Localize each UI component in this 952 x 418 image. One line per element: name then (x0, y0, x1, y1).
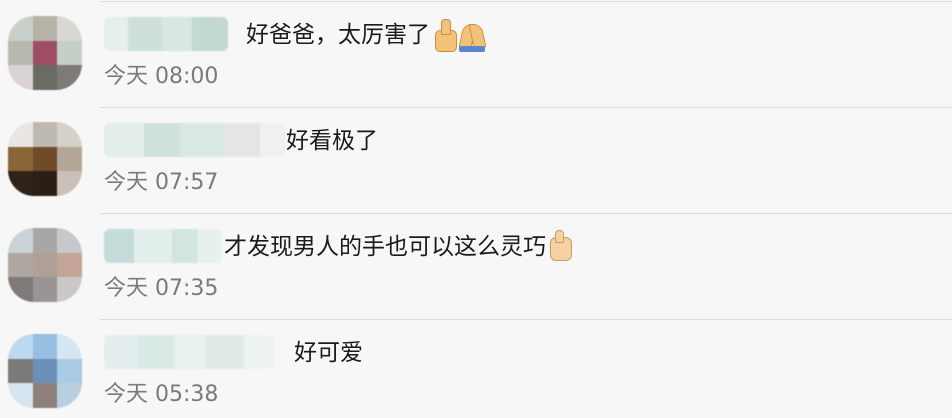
name-pixel (172, 229, 198, 263)
username-blurred[interactable] (104, 123, 286, 157)
comment-text-row: 才发现男人的手也可以这么灵巧 (224, 230, 580, 264)
avatar-pixel (57, 16, 82, 41)
name-pixel (192, 17, 228, 51)
name-pixel (198, 229, 222, 263)
avatar-pixel (8, 383, 33, 408)
comment-time: 今天 07:57 (104, 170, 219, 195)
comment-item[interactable]: 好可爱 今天 05:38 (0, 320, 952, 418)
avatar-pixel (32, 334, 58, 359)
avatar-pixel (32, 65, 58, 90)
avatar-pixel (57, 146, 82, 172)
avatar-pixel (57, 383, 82, 408)
avatar-pixel (8, 334, 33, 359)
avatar-pixel (57, 122, 82, 147)
avatar-pixel (57, 40, 82, 66)
avatar-pixel (57, 277, 82, 302)
avatar-pixel (8, 65, 33, 90)
avatar-pixel (57, 228, 82, 253)
username-blurred[interactable] (104, 229, 222, 263)
avatar-pixel (8, 228, 33, 253)
avatar-pixel (57, 171, 82, 196)
avatar[interactable] (8, 16, 82, 90)
name-pixel (128, 17, 162, 51)
comment-text-row: 好看极了 (286, 124, 378, 158)
username-blurred[interactable] (104, 335, 274, 369)
avatar-pixel (32, 383, 58, 408)
avatar-pixel (8, 277, 33, 302)
avatar-pixel (32, 228, 58, 253)
avatar-pixel (57, 252, 82, 278)
comment-text: 才发现男人的手也可以这么灵巧 (224, 234, 546, 260)
name-pixel (174, 335, 206, 369)
comment-list: 好爸爸，太厉害了 今天 08:00 好看极了 今天 07:57 才发现男人的手也… (0, 0, 952, 418)
name-pixel (104, 229, 134, 263)
comment-text-row: 好可爱 (294, 336, 363, 370)
name-pixel (138, 335, 174, 369)
avatar-pixel (8, 358, 33, 384)
comment-time: 今天 05:38 (104, 382, 219, 407)
avatar-pixel (32, 171, 58, 196)
name-pixel (134, 229, 172, 263)
avatar-pixel (8, 146, 33, 172)
comment-text: 好可爱 (294, 340, 363, 366)
name-pixel (104, 123, 144, 157)
comment-text: 好看极了 (286, 128, 378, 154)
avatar-pixel (57, 65, 82, 90)
avatar[interactable] (8, 228, 82, 302)
name-pixel (224, 123, 260, 157)
avatar[interactable] (8, 122, 82, 196)
name-pixel (104, 335, 138, 369)
avatar-pixel (32, 40, 58, 66)
avatar-pixel (32, 146, 58, 172)
comment-time: 今天 07:35 (104, 276, 219, 301)
comment-time: 今天 08:00 (104, 64, 219, 89)
avatar-pixel (8, 122, 33, 147)
comment-item[interactable]: 好爸爸，太厉害了 今天 08:00 (0, 2, 952, 108)
name-pixel (104, 17, 128, 51)
avatar-pixel (57, 334, 82, 359)
avatar-pixel (32, 16, 58, 41)
folded-hands-icon (458, 18, 487, 52)
comment-text: 好爸爸，太厉害了 (246, 22, 430, 48)
avatar-pixel (32, 252, 58, 278)
comment-text-row: 好爸爸，太厉害了 (246, 18, 487, 52)
avatar-pixel (32, 122, 58, 147)
name-pixel (244, 335, 274, 369)
thumbs-up-icon (430, 18, 458, 52)
avatar-pixel (32, 277, 58, 302)
avatar-pixel (8, 171, 33, 196)
name-pixel (144, 123, 180, 157)
comment-item[interactable]: 好看极了 今天 07:57 (0, 108, 952, 214)
name-pixel (206, 335, 244, 369)
username-blurred[interactable] (104, 17, 228, 51)
avatar-pixel (8, 16, 33, 41)
thumbs-up-icon (546, 230, 580, 264)
name-pixel (162, 17, 192, 51)
avatar-pixel (8, 252, 33, 278)
avatar-pixel (32, 358, 58, 384)
comment-item[interactable]: 才发现男人的手也可以这么灵巧 今天 07:35 (0, 214, 952, 320)
name-pixel (260, 123, 286, 157)
avatar-pixel (8, 40, 33, 66)
avatar[interactable] (8, 334, 82, 408)
name-pixel (180, 123, 224, 157)
avatar-pixel (57, 358, 82, 384)
